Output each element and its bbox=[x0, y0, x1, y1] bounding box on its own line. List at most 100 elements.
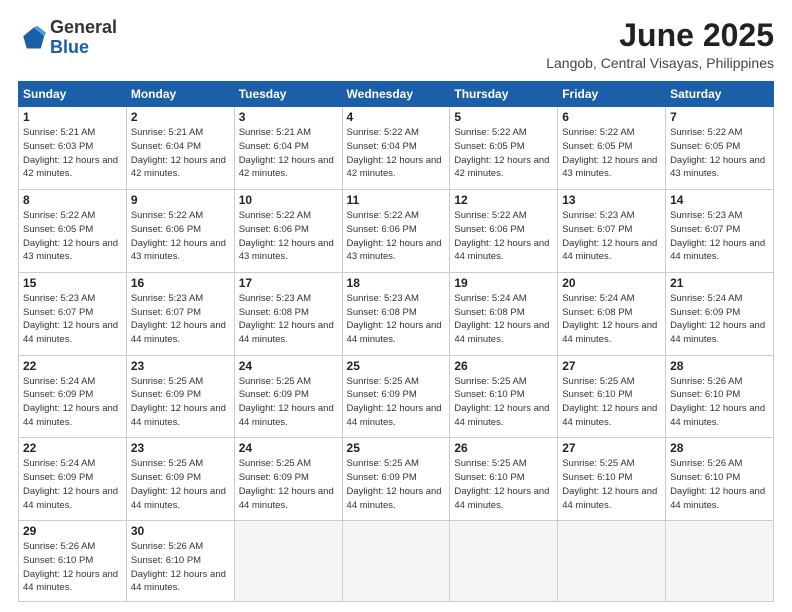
day-info: Sunrise: 5:21 AM Sunset: 6:04 PM Dayligh… bbox=[239, 126, 338, 181]
day-number: 28 bbox=[670, 359, 769, 373]
day-info: Sunrise: 5:25 AM Sunset: 6:09 PM Dayligh… bbox=[347, 375, 446, 430]
day-number: 25 bbox=[347, 359, 446, 373]
table-row: 23 Sunrise: 5:25 AM Sunset: 6:09 PM Dayl… bbox=[126, 355, 234, 438]
day-number: 7 bbox=[670, 110, 769, 124]
table-row: 26 Sunrise: 5:25 AM Sunset: 6:10 PM Dayl… bbox=[450, 438, 558, 521]
table-row: 15 Sunrise: 5:23 AM Sunset: 6:07 PM Dayl… bbox=[19, 272, 127, 355]
table-row: 12 Sunrise: 5:22 AM Sunset: 6:06 PM Dayl… bbox=[450, 189, 558, 272]
day-number: 17 bbox=[239, 276, 338, 290]
calendar-week-5: 22 Sunrise: 5:24 AM Sunset: 6:09 PM Dayl… bbox=[19, 438, 774, 521]
calendar-week-3: 15 Sunrise: 5:23 AM Sunset: 6:07 PM Dayl… bbox=[19, 272, 774, 355]
day-number: 25 bbox=[347, 441, 446, 455]
table-row bbox=[666, 521, 774, 602]
day-info: Sunrise: 5:25 AM Sunset: 6:09 PM Dayligh… bbox=[131, 375, 230, 430]
day-number: 27 bbox=[562, 359, 661, 373]
table-row bbox=[234, 521, 342, 602]
day-number: 15 bbox=[23, 276, 122, 290]
day-info: Sunrise: 5:25 AM Sunset: 6:10 PM Dayligh… bbox=[454, 375, 553, 430]
day-number: 8 bbox=[23, 193, 122, 207]
day-info: Sunrise: 5:22 AM Sunset: 6:06 PM Dayligh… bbox=[131, 209, 230, 264]
day-number: 5 bbox=[454, 110, 553, 124]
table-row: 10 Sunrise: 5:22 AM Sunset: 6:06 PM Dayl… bbox=[234, 189, 342, 272]
day-number: 10 bbox=[239, 193, 338, 207]
day-info: Sunrise: 5:25 AM Sunset: 6:10 PM Dayligh… bbox=[454, 457, 553, 512]
day-number: 28 bbox=[670, 441, 769, 455]
day-number: 22 bbox=[23, 441, 122, 455]
table-row: 30 Sunrise: 5:26 AM Sunset: 6:10 PM Dayl… bbox=[126, 521, 234, 602]
table-row: 14 Sunrise: 5:23 AM Sunset: 6:07 PM Dayl… bbox=[666, 189, 774, 272]
day-number: 11 bbox=[347, 193, 446, 207]
table-row: 26 Sunrise: 5:25 AM Sunset: 6:10 PM Dayl… bbox=[450, 355, 558, 438]
col-friday: Friday bbox=[558, 82, 666, 107]
logo-general: General bbox=[50, 17, 117, 37]
table-row: 3 Sunrise: 5:21 AM Sunset: 6:04 PM Dayli… bbox=[234, 107, 342, 190]
day-info: Sunrise: 5:26 AM Sunset: 6:10 PM Dayligh… bbox=[23, 540, 122, 595]
day-number: 4 bbox=[347, 110, 446, 124]
table-row: 7 Sunrise: 5:22 AM Sunset: 6:05 PM Dayli… bbox=[666, 107, 774, 190]
day-number: 18 bbox=[347, 276, 446, 290]
day-info: Sunrise: 5:22 AM Sunset: 6:05 PM Dayligh… bbox=[670, 126, 769, 181]
calendar-header-row: Sunday Monday Tuesday Wednesday Thursday… bbox=[19, 82, 774, 107]
month-title: June 2025 bbox=[546, 18, 774, 53]
logo-text: General Blue bbox=[50, 18, 117, 58]
day-number: 13 bbox=[562, 193, 661, 207]
day-number: 22 bbox=[23, 359, 122, 373]
day-info: Sunrise: 5:24 AM Sunset: 6:09 PM Dayligh… bbox=[23, 375, 122, 430]
day-number: 19 bbox=[454, 276, 553, 290]
day-info: Sunrise: 5:25 AM Sunset: 6:09 PM Dayligh… bbox=[131, 457, 230, 512]
header: General Blue June 2025 Langob, Central V… bbox=[18, 18, 774, 71]
table-row: 24 Sunrise: 5:25 AM Sunset: 6:09 PM Dayl… bbox=[234, 355, 342, 438]
day-number: 20 bbox=[562, 276, 661, 290]
logo-icon bbox=[18, 24, 46, 52]
day-info: Sunrise: 5:26 AM Sunset: 6:10 PM Dayligh… bbox=[670, 375, 769, 430]
day-number: 24 bbox=[239, 359, 338, 373]
day-info: Sunrise: 5:22 AM Sunset: 6:04 PM Dayligh… bbox=[347, 126, 446, 181]
day-info: Sunrise: 5:23 AM Sunset: 6:07 PM Dayligh… bbox=[23, 292, 122, 347]
day-info: Sunrise: 5:24 AM Sunset: 6:08 PM Dayligh… bbox=[562, 292, 661, 347]
day-info: Sunrise: 5:22 AM Sunset: 6:05 PM Dayligh… bbox=[454, 126, 553, 181]
day-info: Sunrise: 5:25 AM Sunset: 6:09 PM Dayligh… bbox=[239, 375, 338, 430]
table-row: 8 Sunrise: 5:22 AM Sunset: 6:05 PM Dayli… bbox=[19, 189, 127, 272]
day-info: Sunrise: 5:21 AM Sunset: 6:03 PM Dayligh… bbox=[23, 126, 122, 181]
day-info: Sunrise: 5:22 AM Sunset: 6:06 PM Dayligh… bbox=[454, 209, 553, 264]
calendar-table: Sunday Monday Tuesday Wednesday Thursday… bbox=[18, 81, 774, 602]
day-number: 23 bbox=[131, 441, 230, 455]
day-info: Sunrise: 5:26 AM Sunset: 6:10 PM Dayligh… bbox=[131, 540, 230, 595]
calendar-week-1: 1 Sunrise: 5:21 AM Sunset: 6:03 PM Dayli… bbox=[19, 107, 774, 190]
table-row: 19 Sunrise: 5:24 AM Sunset: 6:08 PM Dayl… bbox=[450, 272, 558, 355]
calendar-week-6: 29 Sunrise: 5:26 AM Sunset: 6:10 PM Dayl… bbox=[19, 521, 774, 602]
table-row: 4 Sunrise: 5:22 AM Sunset: 6:04 PM Dayli… bbox=[342, 107, 450, 190]
table-row: 13 Sunrise: 5:23 AM Sunset: 6:07 PM Dayl… bbox=[558, 189, 666, 272]
table-row: 27 Sunrise: 5:25 AM Sunset: 6:10 PM Dayl… bbox=[558, 438, 666, 521]
day-number: 29 bbox=[23, 524, 122, 538]
day-number: 16 bbox=[131, 276, 230, 290]
day-info: Sunrise: 5:23 AM Sunset: 6:07 PM Dayligh… bbox=[131, 292, 230, 347]
day-info: Sunrise: 5:23 AM Sunset: 6:07 PM Dayligh… bbox=[670, 209, 769, 264]
day-info: Sunrise: 5:23 AM Sunset: 6:08 PM Dayligh… bbox=[347, 292, 446, 347]
table-row: 20 Sunrise: 5:24 AM Sunset: 6:08 PM Dayl… bbox=[558, 272, 666, 355]
day-info: Sunrise: 5:22 AM Sunset: 6:06 PM Dayligh… bbox=[347, 209, 446, 264]
table-row bbox=[558, 521, 666, 602]
day-info: Sunrise: 5:25 AM Sunset: 6:09 PM Dayligh… bbox=[347, 457, 446, 512]
day-number: 21 bbox=[670, 276, 769, 290]
day-number: 6 bbox=[562, 110, 661, 124]
table-row: 5 Sunrise: 5:22 AM Sunset: 6:05 PM Dayli… bbox=[450, 107, 558, 190]
day-info: Sunrise: 5:23 AM Sunset: 6:07 PM Dayligh… bbox=[562, 209, 661, 264]
day-info: Sunrise: 5:22 AM Sunset: 6:05 PM Dayligh… bbox=[562, 126, 661, 181]
table-row: 6 Sunrise: 5:22 AM Sunset: 6:05 PM Dayli… bbox=[558, 107, 666, 190]
day-number: 24 bbox=[239, 441, 338, 455]
day-number: 2 bbox=[131, 110, 230, 124]
table-row: 29 Sunrise: 5:26 AM Sunset: 6:10 PM Dayl… bbox=[19, 521, 127, 602]
day-info: Sunrise: 5:21 AM Sunset: 6:04 PM Dayligh… bbox=[131, 126, 230, 181]
day-info: Sunrise: 5:22 AM Sunset: 6:05 PM Dayligh… bbox=[23, 209, 122, 264]
table-row: 16 Sunrise: 5:23 AM Sunset: 6:07 PM Dayl… bbox=[126, 272, 234, 355]
day-number: 26 bbox=[454, 441, 553, 455]
day-number: 30 bbox=[131, 524, 230, 538]
day-number: 27 bbox=[562, 441, 661, 455]
day-number: 3 bbox=[239, 110, 338, 124]
day-number: 9 bbox=[131, 193, 230, 207]
table-row: 11 Sunrise: 5:22 AM Sunset: 6:06 PM Dayl… bbox=[342, 189, 450, 272]
table-row: 25 Sunrise: 5:25 AM Sunset: 6:09 PM Dayl… bbox=[342, 355, 450, 438]
col-thursday: Thursday bbox=[450, 82, 558, 107]
day-info: Sunrise: 5:25 AM Sunset: 6:10 PM Dayligh… bbox=[562, 375, 661, 430]
